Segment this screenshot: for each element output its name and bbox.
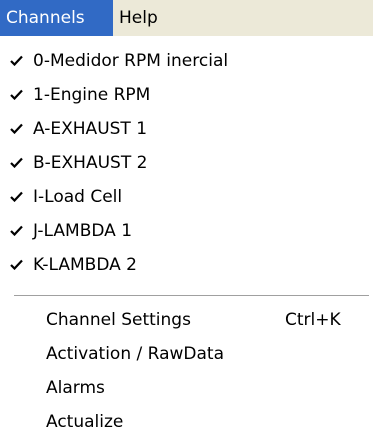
menu-item-label: B-EXHAUST 2 xyxy=(33,153,148,173)
menu-item-label: J-LAMBDA 1 xyxy=(33,221,133,241)
checkmark-icon xyxy=(10,112,24,146)
menu-item-channel-a[interactable]: A-EXHAUST 1 xyxy=(0,112,373,146)
menu-item-alarms[interactable]: Alarms xyxy=(0,371,373,405)
menu-separator xyxy=(14,295,369,297)
shortcut-label: Ctrl+K xyxy=(285,310,341,330)
menu-item-label: K-LAMBDA 2 xyxy=(33,255,137,275)
menu-help[interactable]: Help xyxy=(113,0,164,36)
menu-item-label: Activation / RawData xyxy=(46,344,224,364)
checkmark-icon xyxy=(10,214,24,248)
menu-item-actualize[interactable]: Actualize xyxy=(0,405,373,439)
checkmark-icon xyxy=(10,180,24,214)
menu-item-channel-k[interactable]: K-LAMBDA 2 xyxy=(0,248,373,282)
checkmark-icon xyxy=(10,248,24,282)
menu-item-label: I-Load Cell xyxy=(33,187,123,207)
checkmark-icon xyxy=(10,44,24,78)
menu-item-label: 0-Medidor RPM inercial xyxy=(33,51,229,71)
menu-item-channel-settings[interactable]: Channel Settings Ctrl+K xyxy=(0,303,373,337)
checkmark-icon xyxy=(10,78,24,112)
menubar: Channels Help xyxy=(0,0,373,36)
menu-item-channel-i[interactable]: I-Load Cell xyxy=(0,180,373,214)
channels-dropdown-menu: 0-Medidor RPM inercial 1-Engine RPM A-EX… xyxy=(0,36,373,441)
menu-item-label: Channel Settings xyxy=(46,310,191,330)
menu-item-activation-rawdata[interactable]: Activation / RawData xyxy=(0,337,373,371)
checkmark-icon xyxy=(10,146,24,180)
menu-item-label: Alarms xyxy=(46,378,105,398)
menu-item-label: 1-Engine RPM xyxy=(33,85,151,105)
menu-item-label: A-EXHAUST 1 xyxy=(33,119,148,139)
menu-item-channel-0[interactable]: 0-Medidor RPM inercial xyxy=(0,44,373,78)
app-window: Channels Help 0-Medidor RPM inercial 1-E… xyxy=(0,0,373,441)
menu-item-label: Actualize xyxy=(46,412,124,432)
menu-channels[interactable]: Channels xyxy=(0,0,113,36)
menu-item-channel-b[interactable]: B-EXHAUST 2 xyxy=(0,146,373,180)
menu-item-channel-1[interactable]: 1-Engine RPM xyxy=(0,78,373,112)
menu-item-channel-j[interactable]: J-LAMBDA 1 xyxy=(0,214,373,248)
